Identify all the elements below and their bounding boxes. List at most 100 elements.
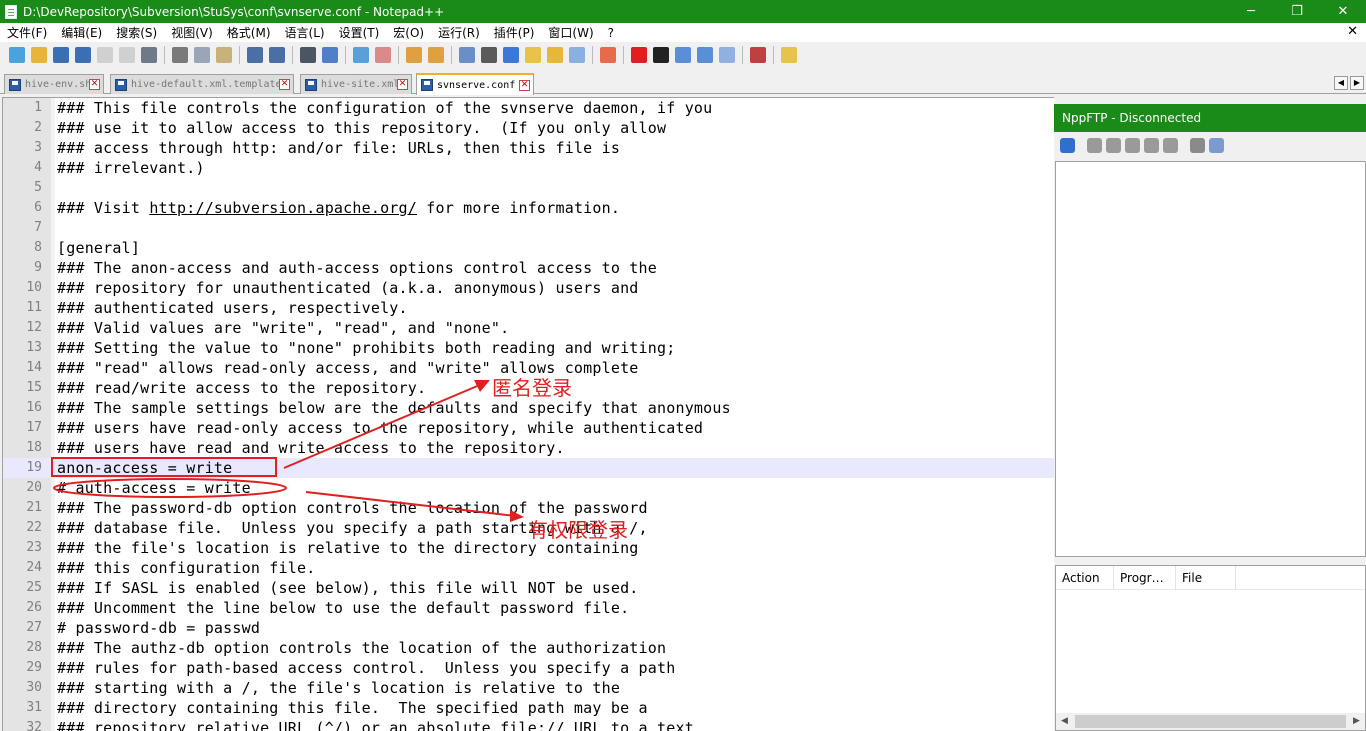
editor-line[interactable]: 18 ### users have read and write access t… (3, 438, 1054, 458)
editor-line[interactable]: 24 ### this configuration file. (3, 558, 1054, 578)
nppftp-icon[interactable] (781, 47, 797, 63)
editor-line[interactable]: 11 ### authenticated users, respectively. (3, 298, 1054, 318)
close-icon[interactable] (97, 47, 113, 63)
editor-line[interactable]: 22 ### database file. Unless you specify … (3, 518, 1054, 538)
editor-line[interactable]: 23 ### the file's location is relative to… (3, 538, 1054, 558)
record-macro-icon[interactable] (631, 47, 647, 63)
editor-line[interactable]: 10 ### repository for unauthenticated (a.… (3, 278, 1054, 298)
scroll-thumb[interactable] (1075, 715, 1346, 728)
editor-line[interactable]: 28 ### The authz-db option controls the l… (3, 638, 1054, 658)
upload-icon[interactable] (1125, 137, 1140, 153)
copy-icon[interactable] (194, 47, 210, 63)
editor-line[interactable]: 9 ### The anon-access and auth-access opt… (3, 258, 1054, 278)
run-macro-multiple-icon[interactable] (697, 47, 713, 63)
editor-line[interactable]: 3 ### access through http: and/or file: U… (3, 138, 1054, 158)
settings-icon[interactable] (1190, 137, 1205, 153)
tab-close-icon[interactable]: ✕ (279, 79, 290, 90)
word-wrap-icon[interactable] (459, 47, 475, 63)
play-macro-icon[interactable] (675, 47, 691, 63)
menu-item[interactable]: 文件(F) (0, 24, 54, 41)
cut-icon[interactable] (172, 47, 188, 63)
editor-line[interactable]: 7 (3, 218, 1054, 238)
editor-line[interactable]: 26 ### Uncomment the line below to use th… (3, 598, 1054, 618)
replace-icon[interactable] (322, 47, 338, 63)
print-icon[interactable] (141, 47, 157, 63)
document-tab[interactable]: hive-default.xml.template ✕ (110, 74, 294, 94)
title-bar[interactable]: D:\DevRepository\Subversion\StuSys\conf\… (0, 0, 1366, 23)
editor-line[interactable]: 32 ### repository relative URL (^/) or an… (3, 718, 1054, 731)
menu-item[interactable]: 设置(T) (332, 24, 387, 41)
menu-item[interactable]: 语言(L) (278, 24, 332, 41)
scroll-left-arrow-icon[interactable]: ◀ (1056, 713, 1073, 730)
queue-horizontal-scrollbar[interactable]: ◀ ▶ (1056, 713, 1365, 730)
editor-line[interactable]: 2 ### use it to allow access to this repo… (3, 118, 1054, 138)
close-window-button[interactable]: ✕ (1320, 0, 1366, 23)
close-document-icon[interactable]: ✕ (1347, 24, 1358, 39)
menu-item[interactable]: 插件(P) (487, 24, 542, 41)
undo-icon[interactable] (247, 47, 263, 63)
redo-icon[interactable] (269, 47, 285, 63)
download-icon[interactable] (1106, 137, 1121, 153)
editor-line[interactable]: 13 ### Setting the value to "none" prohib… (3, 338, 1054, 358)
spell-check-icon[interactable] (750, 47, 766, 63)
doc-map-icon[interactable] (547, 47, 563, 63)
tab-close-icon[interactable]: ✕ (397, 79, 408, 90)
nppftp-file-tree[interactable] (1055, 161, 1366, 557)
stop-macro-icon[interactable] (653, 47, 669, 63)
new-file-icon[interactable] (9, 47, 25, 63)
editor-line[interactable]: 21 ### The password-db option controls th… (3, 498, 1054, 518)
minimize-button[interactable]: ─ (1228, 0, 1274, 23)
abort-icon[interactable] (1163, 137, 1178, 153)
save-icon[interactable] (53, 47, 69, 63)
url-link[interactable]: http://subversion.apache.org/ (149, 199, 417, 217)
sync-horizontal-icon[interactable] (428, 47, 444, 63)
document-tab[interactable]: hive-env.sh ✕ (4, 74, 104, 94)
menu-item[interactable]: 搜索(S) (109, 24, 164, 41)
scroll-right-arrow-icon[interactable]: ▶ (1348, 713, 1365, 730)
show-all-chars-icon[interactable] (481, 47, 497, 63)
menu-item[interactable]: 运行(R) (431, 24, 487, 41)
editor-line[interactable]: 8 [general] (3, 238, 1054, 258)
save-all-icon[interactable] (75, 47, 91, 63)
editor-line[interactable]: 14 ### "read" allows read-only access, an… (3, 358, 1054, 378)
function-list-icon[interactable] (569, 47, 585, 63)
open-file-icon[interactable] (31, 47, 47, 63)
menu-item[interactable]: 编辑(E) (54, 24, 109, 41)
zoom-out-icon[interactable] (375, 47, 391, 63)
editor-line[interactable]: 19 anon-access = write (3, 458, 1054, 478)
editor-line[interactable]: 31 ### directory containing this file. Th… (3, 698, 1054, 718)
refresh-icon[interactable] (1144, 137, 1159, 153)
tab-scroll-right-button[interactable]: ▶ (1350, 76, 1364, 90)
sync-vertical-icon[interactable] (406, 47, 422, 63)
editor-line[interactable]: 5 (3, 178, 1054, 198)
queue-column-header[interactable]: Action (1056, 565, 1114, 590)
editor-line[interactable]: 27 # password-db = passwd (3, 618, 1054, 638)
indent-guide-icon[interactable] (503, 47, 519, 63)
zoom-in-icon[interactable] (353, 47, 369, 63)
menu-item[interactable]: 格式(M) (220, 24, 278, 41)
tab-close-icon[interactable]: ✕ (89, 79, 100, 90)
menu-item[interactable]: 宏(O) (386, 24, 431, 41)
disconnect-icon[interactable] (1087, 137, 1102, 153)
document-tab[interactable]: hive-site.xml ✕ (300, 74, 412, 94)
udl-icon[interactable] (525, 47, 541, 63)
code-editor[interactable]: 1 ### This file controls the configuratio… (2, 97, 1054, 731)
paste-icon[interactable] (216, 47, 232, 63)
message-window-icon[interactable] (1209, 137, 1224, 153)
editor-line[interactable]: 4 ### irrelevant.) (3, 158, 1054, 178)
editor-line[interactable]: 12 ### Valid values are "write", "read", … (3, 318, 1054, 338)
tab-scroll-left-button[interactable]: ◀ (1334, 76, 1348, 90)
editor-line[interactable]: 16 ### The sample settings below are the … (3, 398, 1054, 418)
save-macro-icon[interactable] (719, 47, 735, 63)
editor-line[interactable]: 29 ### rules for path-based access contro… (3, 658, 1054, 678)
editor-line[interactable]: 30 ### starting with a /, the file's loca… (3, 678, 1054, 698)
queue-column-header[interactable]: Progr… (1114, 565, 1176, 590)
document-tab[interactable]: svnserve.conf ✕ (416, 73, 534, 95)
queue-column-header[interactable]: File (1176, 565, 1236, 590)
maximize-button[interactable]: ❐ (1274, 0, 1320, 23)
connect-icon[interactable] (1060, 137, 1075, 153)
editor-line[interactable]: 17 ### users have read-only access to the… (3, 418, 1054, 438)
editor-line[interactable]: 15 ### read/write access to the repositor… (3, 378, 1054, 398)
editor-line[interactable]: 20 # auth-access = write (3, 478, 1054, 498)
editor-line[interactable]: 1 ### This file controls the configuratio… (3, 98, 1054, 118)
